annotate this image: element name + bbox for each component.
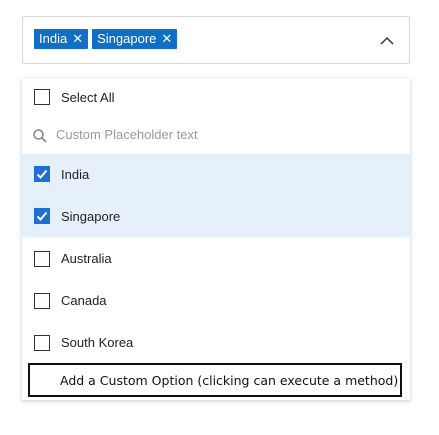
option-australia[interactable]: Australia <box>22 237 410 279</box>
check-icon <box>36 211 48 221</box>
close-icon[interactable]: ✕ <box>161 29 172 49</box>
search-icon <box>32 128 48 144</box>
select-all-option[interactable]: Select All <box>22 78 410 118</box>
option-label: Singapore <box>61 209 121 224</box>
search-row <box>22 118 410 154</box>
check-icon <box>36 169 48 179</box>
multiselect-widget: India ✕ Singapore ✕ Select All Custom Pl… <box>0 0 439 435</box>
option-label: South Korea <box>61 335 134 350</box>
option-checkbox-checked[interactable] <box>34 208 50 224</box>
option-south-korea[interactable]: South Korea <box>22 321 410 363</box>
select-all-label: Select All <box>61 90 115 105</box>
multiselect-field[interactable]: India ✕ Singapore ✕ <box>22 16 410 64</box>
option-checkbox-checked[interactable] <box>34 166 50 182</box>
add-custom-option-button[interactable]: Add a Custom Option (clicking can execut… <box>28 363 402 397</box>
option-checkbox[interactable] <box>34 251 50 267</box>
close-icon[interactable]: ✕ <box>72 29 83 49</box>
select-all-checkbox[interactable] <box>34 89 50 105</box>
option-checkbox[interactable] <box>34 335 50 351</box>
option-singapore[interactable]: Singapore <box>22 195 410 237</box>
dropdown-panel: Select All India <box>22 78 410 400</box>
chevron-up-icon[interactable] <box>377 31 397 51</box>
search-input[interactable] <box>56 127 396 142</box>
chip-label: Singapore <box>97 31 157 46</box>
chip-india: India ✕ <box>34 29 89 49</box>
option-label: Australia <box>61 251 112 266</box>
selected-chips: India ✕ Singapore ✕ <box>34 29 178 49</box>
option-label: India <box>61 167 90 182</box>
chip-label: India <box>39 31 68 46</box>
chip-singapore: Singapore ✕ <box>92 29 178 49</box>
option-checkbox[interactable] <box>34 293 50 309</box>
option-india[interactable]: India <box>22 154 410 195</box>
option-canada[interactable]: Canada <box>22 279 410 321</box>
option-label: Canada <box>61 293 107 308</box>
